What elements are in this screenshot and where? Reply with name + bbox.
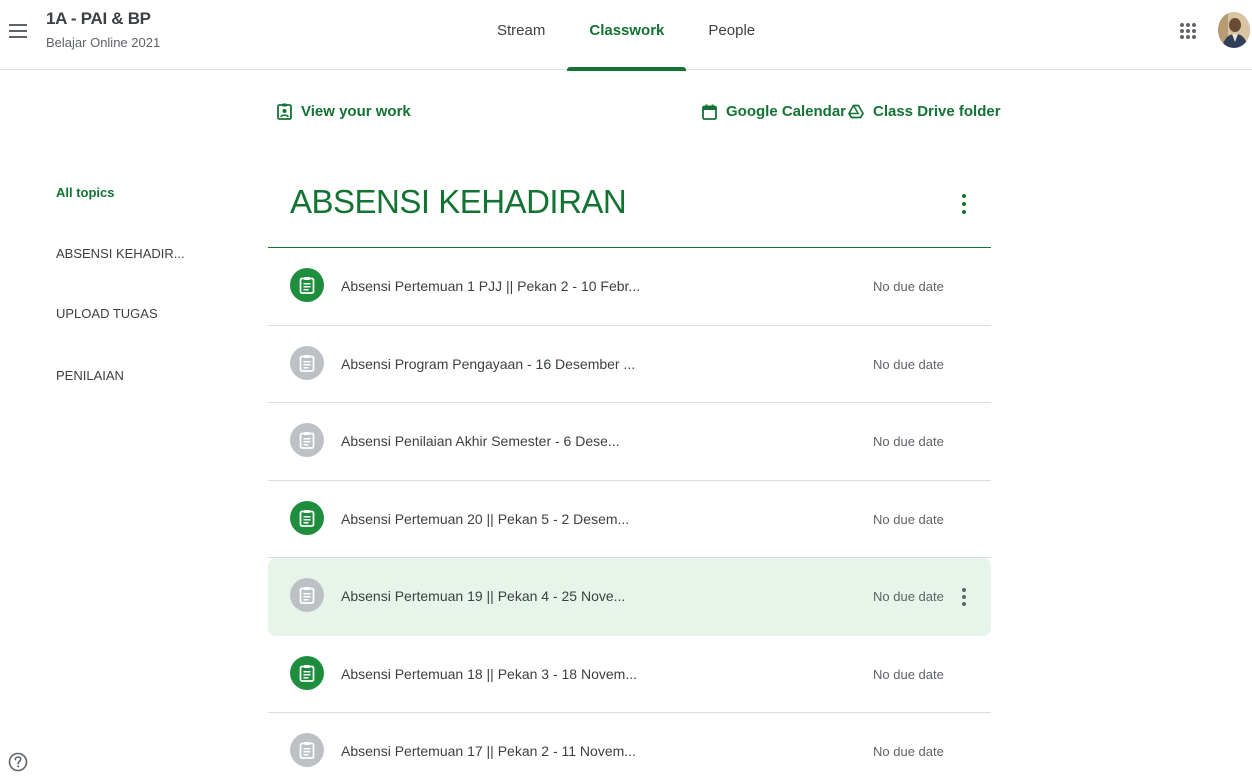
sidebar-item-all-topics[interactable]: All topics [56, 185, 115, 200]
classwork-item[interactable]: Absensi Pertemuan 19 || Pekan 4 - 25 Nov… [268, 558, 991, 636]
due-date: No due date [873, 356, 944, 372]
more-vert-icon[interactable] [954, 585, 974, 609]
item-title: Absensi Penilaian Akhir Semester - 6 Des… [341, 433, 620, 449]
classwork-item[interactable]: Absensi Pertemuan 20 || Pekan 5 - 2 Dese… [268, 481, 991, 558]
top-app-bar: 1A - PAI & BP Belajar Online 2021 Stream… [0, 0, 1252, 71]
help-icon[interactable] [8, 752, 28, 772]
due-date: No due date [873, 279, 944, 294]
google-apps-grid-icon[interactable] [1179, 22, 1197, 40]
item-title: Absensi Pertemuan 20 || Pekan 5 - 2 Dese… [341, 510, 630, 527]
hamburger-menu-icon[interactable] [9, 24, 27, 38]
account-avatar[interactable] [1218, 12, 1250, 48]
classwork-item[interactable]: Absensi Pertemuan 17 || Pekan 2 - 11 Nov… [268, 713, 991, 784]
item-title: Absensi Program Pengayaan - 16 Desember … [341, 355, 636, 372]
sidebar-item-upload-tugas[interactable]: UPLOAD TUGAS [56, 306, 158, 321]
google-drive-icon [848, 104, 864, 119]
assignment-icon [290, 268, 324, 302]
sidebar-item-absensi[interactable]: ABSENSI KEHADIR... [56, 246, 185, 261]
class-tabs: Stream Classwork People [475, 0, 777, 71]
classwork-list: Absensi Pertemuan 1 PJJ || Pekan 2 - 10 … [268, 248, 991, 784]
sidebar-item-penilaian[interactable]: PENILAIAN [56, 368, 124, 383]
classwork-item[interactable]: Absensi Pertemuan 18 || Pekan 3 - 18 Nov… [268, 636, 991, 713]
view-your-work-link[interactable]: View your work [277, 103, 411, 120]
assignment-ind-icon [277, 103, 292, 120]
class-drive-folder-link[interactable]: Class Drive folder [848, 103, 1001, 120]
more-vert-icon[interactable] [952, 190, 976, 218]
due-date: No due date [873, 589, 944, 604]
assignment-icon [290, 655, 324, 690]
assignment-icon [290, 423, 324, 457]
tab-classwork[interactable]: Classwork [567, 0, 687, 71]
class-drive-folder-label: Class Drive folder [873, 103, 1001, 120]
assignment-icon [290, 500, 324, 535]
classwork-item[interactable]: Absensi Pertemuan 1 PJJ || Pekan 2 - 10 … [268, 248, 991, 326]
item-title: Absensi Pertemuan 17 || Pekan 2 - 11 Nov… [341, 743, 636, 759]
assignment-icon [290, 578, 324, 612]
google-calendar-label: Google Calendar [726, 103, 847, 120]
due-date: No due date [873, 511, 944, 527]
class-title[interactable]: 1A - PAI & BP [46, 9, 151, 29]
due-date: No due date [873, 666, 944, 682]
calendar-icon [702, 104, 717, 120]
tab-people[interactable]: People [686, 0, 777, 70]
topic-title: ABSENSI KEHADIRAN [290, 183, 627, 220]
item-title: Absensi Pertemuan 18 || Pekan 3 - 18 Nov… [341, 665, 637, 682]
tab-stream[interactable]: Stream [475, 0, 567, 70]
classwork-item[interactable]: Absensi Penilaian Akhir Semester - 6 Des… [268, 403, 991, 481]
due-date: No due date [873, 744, 944, 759]
class-subtitle: Belajar Online 2021 [46, 35, 161, 50]
classwork-item[interactable]: Absensi Program Pengayaan - 16 Desember … [268, 326, 991, 403]
item-title: Absensi Pertemuan 19 || Pekan 4 - 25 Nov… [341, 588, 626, 604]
view-your-work-label: View your work [301, 103, 411, 120]
assignment-icon [290, 733, 324, 767]
assignment-icon [290, 345, 324, 380]
google-calendar-link[interactable]: Google Calendar [702, 103, 846, 120]
due-date: No due date [873, 434, 944, 449]
item-title: Absensi Pertemuan 1 PJJ || Pekan 2 - 10 … [341, 278, 641, 294]
